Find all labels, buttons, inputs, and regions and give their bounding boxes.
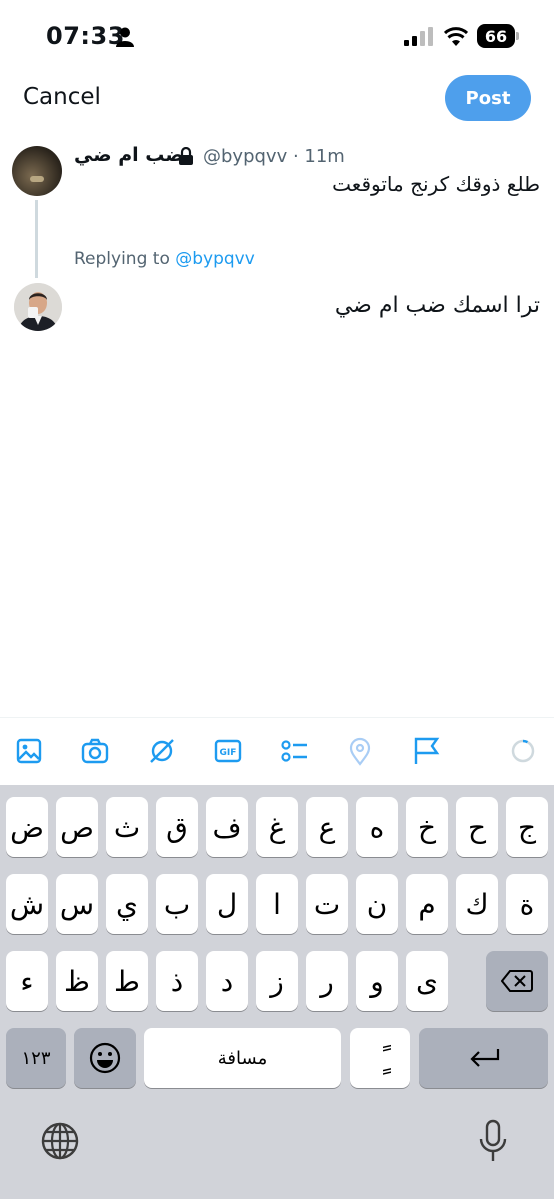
replying-to: Replying to @bypqvv — [74, 249, 255, 269]
signal-icon — [404, 27, 433, 46]
key[interactable]: ش — [6, 874, 48, 934]
key[interactable]: د — [206, 951, 248, 1011]
flag-icon[interactable] — [411, 736, 441, 766]
key[interactable]: ة — [506, 874, 548, 934]
tweet-text: طلع ذوقك كرنج ماتوقعت — [332, 172, 540, 196]
tweet-display-name: ضب ام ضي — [74, 144, 184, 166]
key[interactable]: س — [56, 874, 98, 934]
wifi-icon — [444, 27, 468, 46]
key[interactable]: ك — [456, 874, 498, 934]
tweet-handle-time: @bypqvv · 11m — [203, 146, 345, 167]
key[interactable]: ز — [256, 951, 298, 1011]
microphone-icon[interactable] — [478, 1119, 508, 1163]
backspace-key[interactable] — [486, 951, 548, 1011]
key[interactable]: ت — [306, 874, 348, 934]
battery-indicator: 66 — [477, 24, 515, 48]
key[interactable]: غ — [256, 797, 298, 857]
lock-icon — [179, 147, 193, 165]
key[interactable]: ح — [456, 797, 498, 857]
emoji-icon — [89, 1042, 121, 1074]
key[interactable]: ث — [106, 797, 148, 857]
replying-prefix: Replying to — [74, 249, 170, 269]
avatar[interactable] — [12, 146, 62, 196]
key[interactable]: م — [406, 874, 448, 934]
reply-text-input[interactable]: ترا اسمك ضب ام ضي — [335, 293, 540, 318]
character-progress-icon — [511, 739, 535, 763]
camera-icon[interactable] — [80, 736, 110, 766]
key[interactable]: خ — [406, 797, 448, 857]
key[interactable]: ى — [406, 951, 448, 1011]
svg-text:GIF: GIF — [220, 748, 237, 758]
key[interactable]: ض — [6, 797, 48, 857]
key[interactable]: ف — [206, 797, 248, 857]
key[interactable]: ج — [506, 797, 548, 857]
cancel-button[interactable]: Cancel — [23, 84, 101, 110]
return-key[interactable] — [419, 1028, 548, 1088]
battery-cap — [516, 32, 519, 40]
keyboard: ضصثقفغعهخحج شسيبلاتنمكة ءظطذدزروى ١٢٣ مس… — [0, 785, 554, 1199]
key[interactable]: و — [356, 951, 398, 1011]
key[interactable]: ن — [356, 874, 398, 934]
replying-handle[interactable]: @bypqvv — [175, 249, 255, 269]
gif-icon[interactable]: GIF — [213, 736, 243, 766]
grok-icon[interactable] — [147, 736, 177, 766]
image-icon[interactable] — [14, 736, 44, 766]
key[interactable]: ع — [306, 797, 348, 857]
numbers-key[interactable]: ١٢٣ — [6, 1028, 66, 1088]
return-icon — [469, 1049, 499, 1067]
status-time: 07:33 — [46, 22, 125, 50]
emoji-key[interactable] — [74, 1028, 136, 1088]
key[interactable]: ر — [306, 951, 348, 1011]
key[interactable]: ذ — [156, 951, 198, 1011]
compose-toolbar: GIF — [0, 717, 554, 786]
key[interactable]: ص — [56, 797, 98, 857]
key[interactable]: ط — [106, 951, 148, 1011]
key[interactable]: ء — [6, 951, 48, 1011]
space-key[interactable]: مسافة — [144, 1028, 341, 1088]
person-icon — [116, 27, 134, 47]
backspace-icon — [501, 970, 533, 992]
diacritic-key[interactable]: ًٍ — [350, 1028, 410, 1088]
key[interactable]: ق — [156, 797, 198, 857]
post-button[interactable]: Post — [445, 75, 531, 121]
thread-line — [35, 200, 38, 278]
key[interactable]: ا — [256, 874, 298, 934]
key[interactable]: ظ — [56, 951, 98, 1011]
poll-icon[interactable] — [279, 736, 309, 766]
key[interactable]: ه — [356, 797, 398, 857]
key[interactable]: ل — [206, 874, 248, 934]
key[interactable]: ب — [156, 874, 198, 934]
location-icon[interactable] — [345, 736, 375, 766]
user-avatar[interactable] — [14, 283, 62, 331]
key[interactable]: ي — [106, 874, 148, 934]
globe-icon[interactable] — [40, 1121, 80, 1161]
